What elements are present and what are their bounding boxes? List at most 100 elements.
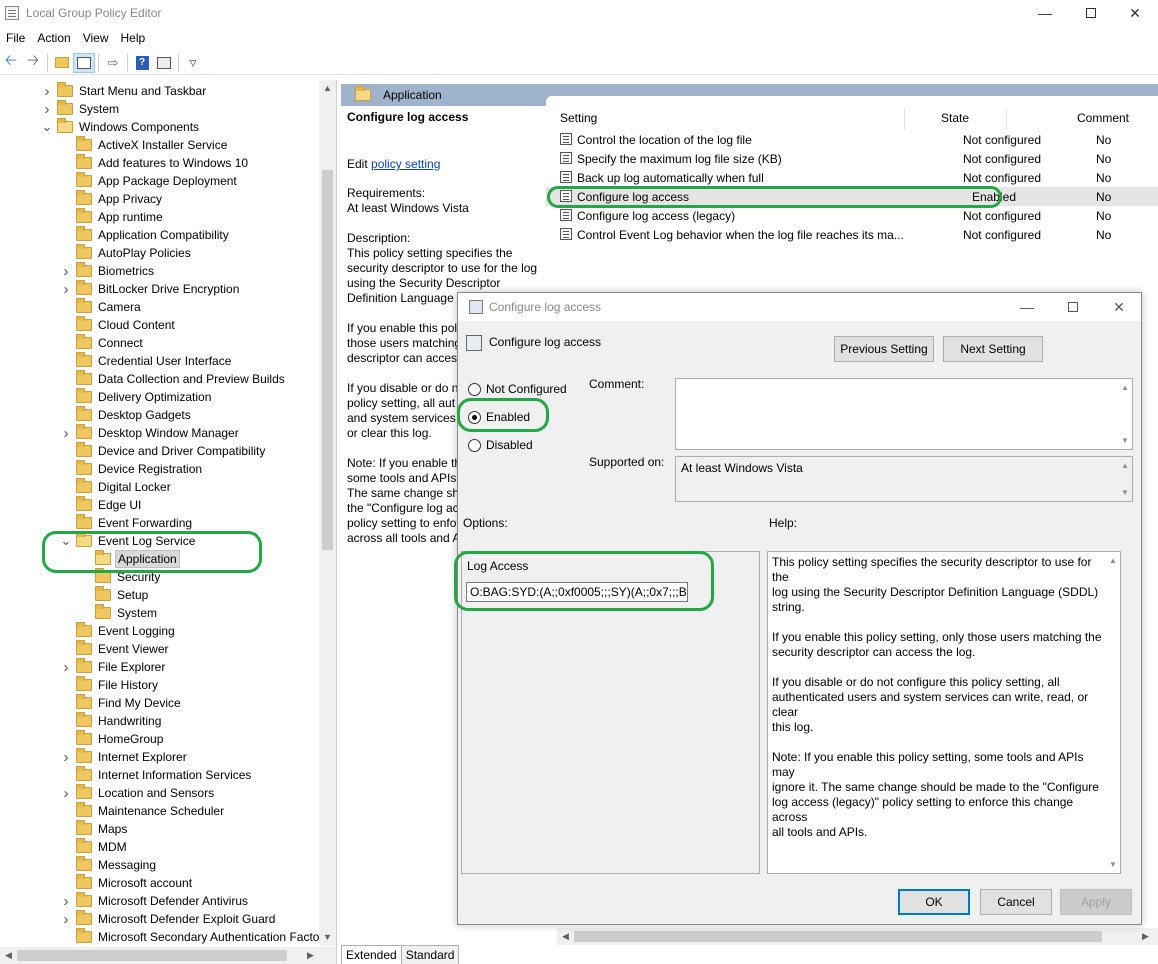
chevron-right-icon[interactable]: ›: [60, 893, 72, 910]
apply-button[interactable]: Apply: [1060, 889, 1132, 915]
menu-view[interactable]: View: [77, 28, 115, 48]
scroll-left-icon[interactable]: ◀: [0, 947, 17, 964]
scroll-left-icon[interactable]: ◀: [557, 928, 574, 945]
tree-item[interactable]: Cloud Content: [60, 316, 177, 334]
setting-row[interactable]: Control Event Log behavior when the log …: [546, 225, 1158, 244]
tree-item[interactable]: Device Registration: [60, 460, 204, 478]
tree-item[interactable]: File History: [60, 676, 160, 694]
chevron-down-icon[interactable]: ⌄: [60, 533, 72, 549]
tree-vertical-scrollbar[interactable]: ▲ ▼: [319, 80, 336, 946]
ok-button[interactable]: OK: [898, 889, 970, 915]
setting-row[interactable]: Specify the maximum log file size (KB) No…: [546, 149, 1158, 168]
cancel-button[interactable]: Cancel: [980, 889, 1052, 915]
up-one-level-button[interactable]: [51, 53, 73, 73]
dialog-minimize-button[interactable]: —: [1004, 293, 1050, 321]
properties-button[interactable]: [153, 53, 175, 73]
setting-row[interactable]: Configure log access Enabled No: [546, 187, 1158, 206]
log-access-input[interactable]: O:BAG:SYD:(A;;0xf0005;;;SY)(A;;0x7;;;BA)…: [466, 582, 688, 602]
dialog-maximize-button[interactable]: [1050, 293, 1096, 321]
tree-item[interactable]: › Microsoft Defender Exploit Guard: [60, 910, 277, 928]
chevron-right-icon[interactable]: ›: [60, 659, 72, 676]
details-hscroll-thumb[interactable]: [574, 931, 1102, 942]
column-state[interactable]: State: [941, 111, 969, 125]
tree-item[interactable]: Edge UI: [60, 496, 143, 514]
tree-item[interactable]: MDM: [60, 838, 129, 856]
tree-item[interactable]: Setup: [79, 586, 150, 604]
scroll-right-icon[interactable]: ▶: [302, 947, 319, 964]
menu-action[interactable]: Action: [31, 28, 76, 48]
maximize-button[interactable]: [1068, 0, 1114, 26]
tree-item[interactable]: Credential User Interface: [60, 352, 233, 370]
tab-standard[interactable]: Standard: [400, 945, 460, 964]
menu-file[interactable]: File: [0, 28, 31, 48]
column-setting[interactable]: Setting: [560, 111, 597, 125]
setting-row[interactable]: Configure log access (legacy) Not configu…: [546, 206, 1158, 225]
tree-item[interactable]: › Location and Sensors: [60, 784, 216, 802]
tree-item[interactable]: App Package Deployment: [60, 172, 239, 190]
chevron-right-icon[interactable]: ›: [60, 281, 72, 298]
chevron-right-icon[interactable]: ›: [60, 425, 72, 442]
policy-setting-link[interactable]: policy setting: [371, 157, 440, 171]
column-comment[interactable]: Comment: [1077, 111, 1129, 125]
tree-item[interactable]: Security: [79, 568, 162, 586]
tree-item[interactable]: › Microsoft Defender Antivirus: [60, 892, 250, 910]
tab-extended[interactable]: Extended: [341, 945, 402, 964]
tree-item[interactable]: Application: [79, 550, 180, 568]
scroll-down-icon[interactable]: ▼: [1119, 436, 1131, 445]
radio-enabled[interactable]: Enabled: [468, 410, 530, 424]
show-hide-tree-button[interactable]: [73, 52, 95, 73]
setting-row[interactable]: Back up log automatically when full Not c…: [546, 168, 1158, 187]
column-divider[interactable]: [1006, 108, 1007, 130]
tree-item[interactable]: › Internet Explorer: [60, 748, 189, 766]
tree-item[interactable]: Event Logging: [60, 622, 177, 640]
tree-item[interactable]: Device and Driver Compatibility: [60, 442, 267, 460]
scroll-up-icon[interactable]: ▲: [1119, 383, 1131, 392]
tree-item[interactable]: ActiveX Installer Service: [60, 136, 229, 154]
back-button[interactable]: 🡠: [0, 52, 22, 73]
chevron-right-icon[interactable]: ›: [60, 263, 72, 280]
scroll-down-icon[interactable]: ▼: [1107, 860, 1119, 869]
dialog-close-button[interactable]: ✕: [1096, 293, 1142, 321]
tree-item[interactable]: Camera: [60, 298, 143, 316]
tree-item[interactable]: Application Compatibility: [60, 226, 231, 244]
tree-item[interactable]: › File Explorer: [60, 658, 167, 676]
tree-item[interactable]: Microsoft account: [60, 874, 194, 892]
tree-item[interactable]: HomeGroup: [60, 730, 165, 748]
tree-item[interactable]: › Biometrics: [60, 262, 156, 280]
column-divider[interactable]: [904, 108, 905, 130]
tree-item[interactable]: Internet Information Services: [60, 766, 253, 784]
tree-scroll-thumb[interactable]: [322, 170, 333, 550]
previous-setting-button[interactable]: Previous Setting: [834, 336, 934, 362]
tree-item[interactable]: ⌄ Event Log Service: [60, 532, 197, 550]
tree-item[interactable]: ⌄ Windows Components: [41, 118, 201, 136]
minimize-button[interactable]: —: [1022, 0, 1068, 26]
tree-item[interactable]: › Desktop Window Manager: [60, 424, 241, 442]
chevron-right-icon[interactable]: ›: [60, 911, 72, 928]
scroll-down-icon[interactable]: ▼: [1119, 488, 1131, 497]
tree-item[interactable]: System: [79, 604, 159, 622]
tree-item[interactable]: Handwriting: [60, 712, 163, 730]
next-setting-button[interactable]: Next Setting: [943, 336, 1043, 362]
chevron-right-icon[interactable]: ›: [41, 101, 53, 118]
tree-item[interactable]: AutoPlay Policies: [60, 244, 193, 262]
tree-hscroll-thumb[interactable]: [17, 950, 287, 961]
tree-item[interactable]: Add features to Windows 10: [60, 154, 250, 172]
help-button[interactable]: ?: [131, 53, 153, 73]
tree-item[interactable]: App runtime: [60, 208, 165, 226]
forward-button[interactable]: 🡢: [22, 52, 44, 73]
tree-item[interactable]: App Privacy: [60, 190, 164, 208]
tree-item[interactable]: › System: [41, 100, 121, 118]
scroll-up-icon[interactable]: ▲: [1107, 556, 1119, 565]
tree-item[interactable]: Event Forwarding: [60, 514, 194, 532]
tree-item[interactable]: Connect: [60, 334, 145, 352]
scroll-up-icon[interactable]: ▲: [1119, 461, 1131, 470]
tree-item[interactable]: Microsoft Secondary Authentication Facto: [60, 928, 321, 946]
setting-row[interactable]: Control the location of the log file Not …: [546, 130, 1158, 149]
tree-item[interactable]: Digital Locker: [60, 478, 173, 496]
chevron-right-icon[interactable]: ›: [41, 83, 53, 100]
radio-not-configured[interactable]: Not Configured: [468, 382, 567, 396]
tree-item[interactable]: Maps: [60, 820, 129, 838]
tree-horizontal-scrollbar[interactable]: ◀ ▶: [0, 947, 336, 964]
radio-circle[interactable]: [468, 382, 481, 396]
tree-item[interactable]: Delivery Optimization: [60, 388, 213, 406]
